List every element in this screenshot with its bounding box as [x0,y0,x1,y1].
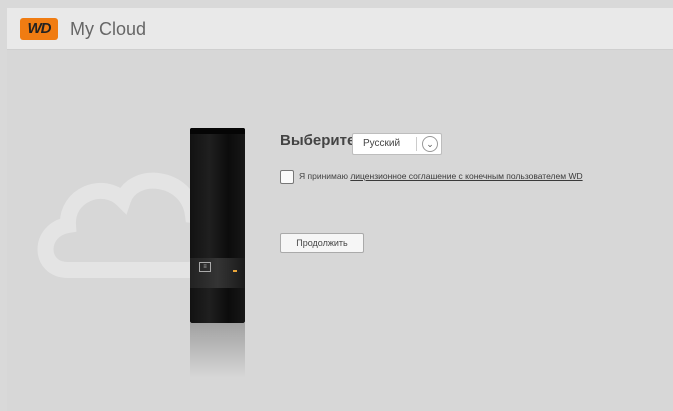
eula-checkbox[interactable] [280,170,294,184]
app-title: My Cloud [70,19,147,39]
language-select-value: Русский [363,138,401,149]
language-select[interactable]: Русский ⌄ [352,133,442,155]
device-led [233,270,237,272]
device-top-cap [190,128,245,134]
eula-label: Я принимаю лицензионное соглашение с кон… [299,171,583,181]
eula-link[interactable]: лицензионное соглашение с конечным польз… [350,171,582,181]
mycloud-device-image [190,128,245,323]
chevron-down-icon[interactable]: ⌄ [422,136,438,152]
continue-button[interactable]: Продолжить [280,233,364,253]
select-divider [416,137,417,151]
device-logo-icon: ≡ [199,262,211,272]
wd-logo: WD [20,18,58,40]
eula-prefix-text: Я принимаю [299,171,351,181]
device-reflection [190,323,245,378]
